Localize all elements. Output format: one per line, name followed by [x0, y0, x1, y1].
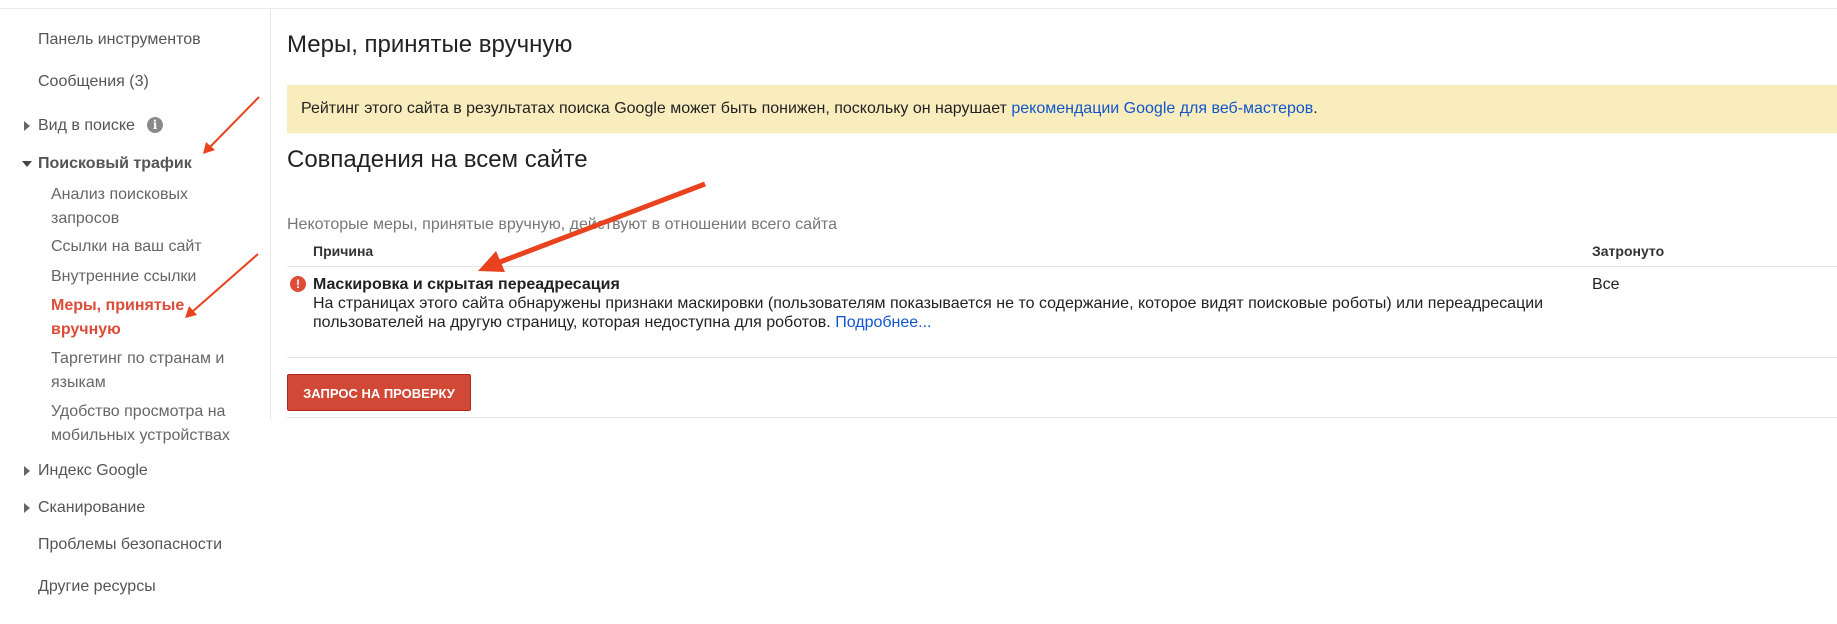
sidebar-item-google-index[interactable]: Индекс Google	[38, 462, 148, 480]
learn-more-link[interactable]: Подробнее...	[835, 314, 931, 331]
info-icon[interactable]: i	[147, 117, 163, 133]
sidebar-item-search-traffic[interactable]: Поисковый трафик	[38, 155, 192, 173]
expand-arrow-icon[interactable]	[24, 503, 30, 513]
webmaster-guidelines-link[interactable]: рекомендации Google для веб-мастеров	[1011, 100, 1313, 117]
table-divider	[287, 266, 1837, 267]
sidebar-item-messages[interactable]: Сообщения (3)	[38, 73, 149, 91]
section-title: Совпадения на всем сайте	[287, 146, 588, 173]
sidebar-item-search-appearance[interactable]: Вид в поиске	[38, 117, 135, 135]
sidebar-item-security-issues[interactable]: Проблемы безопасности	[38, 536, 222, 554]
sidebar-subitem-links-to-site[interactable]: Ссылки на ваш сайт	[51, 235, 251, 259]
collapse-arrow-icon[interactable]	[22, 161, 32, 167]
sidebar-item-other-resources[interactable]: Другие ресурсы	[38, 578, 156, 596]
sidebar-item-dashboard[interactable]: Панель инструментов	[38, 31, 201, 49]
expand-arrow-icon[interactable]	[24, 466, 30, 476]
top-divider	[0, 8, 1837, 9]
expand-arrow-icon[interactable]	[24, 121, 30, 131]
sidebar-subitem-international-targeting[interactable]: Таргетинг по странам и языкам	[51, 347, 251, 395]
warning-banner: Рейтинг этого сайта в результатах поиска…	[287, 85, 1837, 133]
sidebar-subitem-manual-actions[interactable]: Меры, принятые вручную	[51, 294, 251, 342]
table-divider	[287, 357, 1837, 358]
content-divider	[287, 417, 1837, 418]
sidebar-subitem-search-analytics[interactable]: Анализ поисковых запросов	[51, 183, 251, 231]
error-icon: !	[290, 276, 306, 292]
issue-affected: Все	[1592, 276, 1620, 293]
request-review-button[interactable]: ЗАПРОС НА ПРОВЕРКУ	[287, 374, 471, 411]
column-header-affected: Затронуто	[1592, 243, 1665, 259]
banner-text: Рейтинг этого сайта в результатах поиска…	[301, 100, 1012, 117]
sidebar-subitem-mobile-usability[interactable]: Удобство просмотра на мобильных устройст…	[51, 400, 251, 448]
column-header-reason: Причина	[313, 243, 374, 259]
section-description: Некоторые меры, принятые вручную, действ…	[287, 216, 838, 233]
issue-description: На страницах этого сайта обнаружены приз…	[313, 294, 1583, 332]
sidebar-item-crawl[interactable]: Сканирование	[38, 499, 145, 517]
sidebar-subitem-internal-links[interactable]: Внутренние ссылки	[51, 265, 251, 289]
banner-end: .	[1313, 100, 1318, 117]
page-title: Меры, принятые вручную	[287, 31, 573, 58]
issue-title: Маскировка и скрытая переадресация	[313, 276, 620, 293]
